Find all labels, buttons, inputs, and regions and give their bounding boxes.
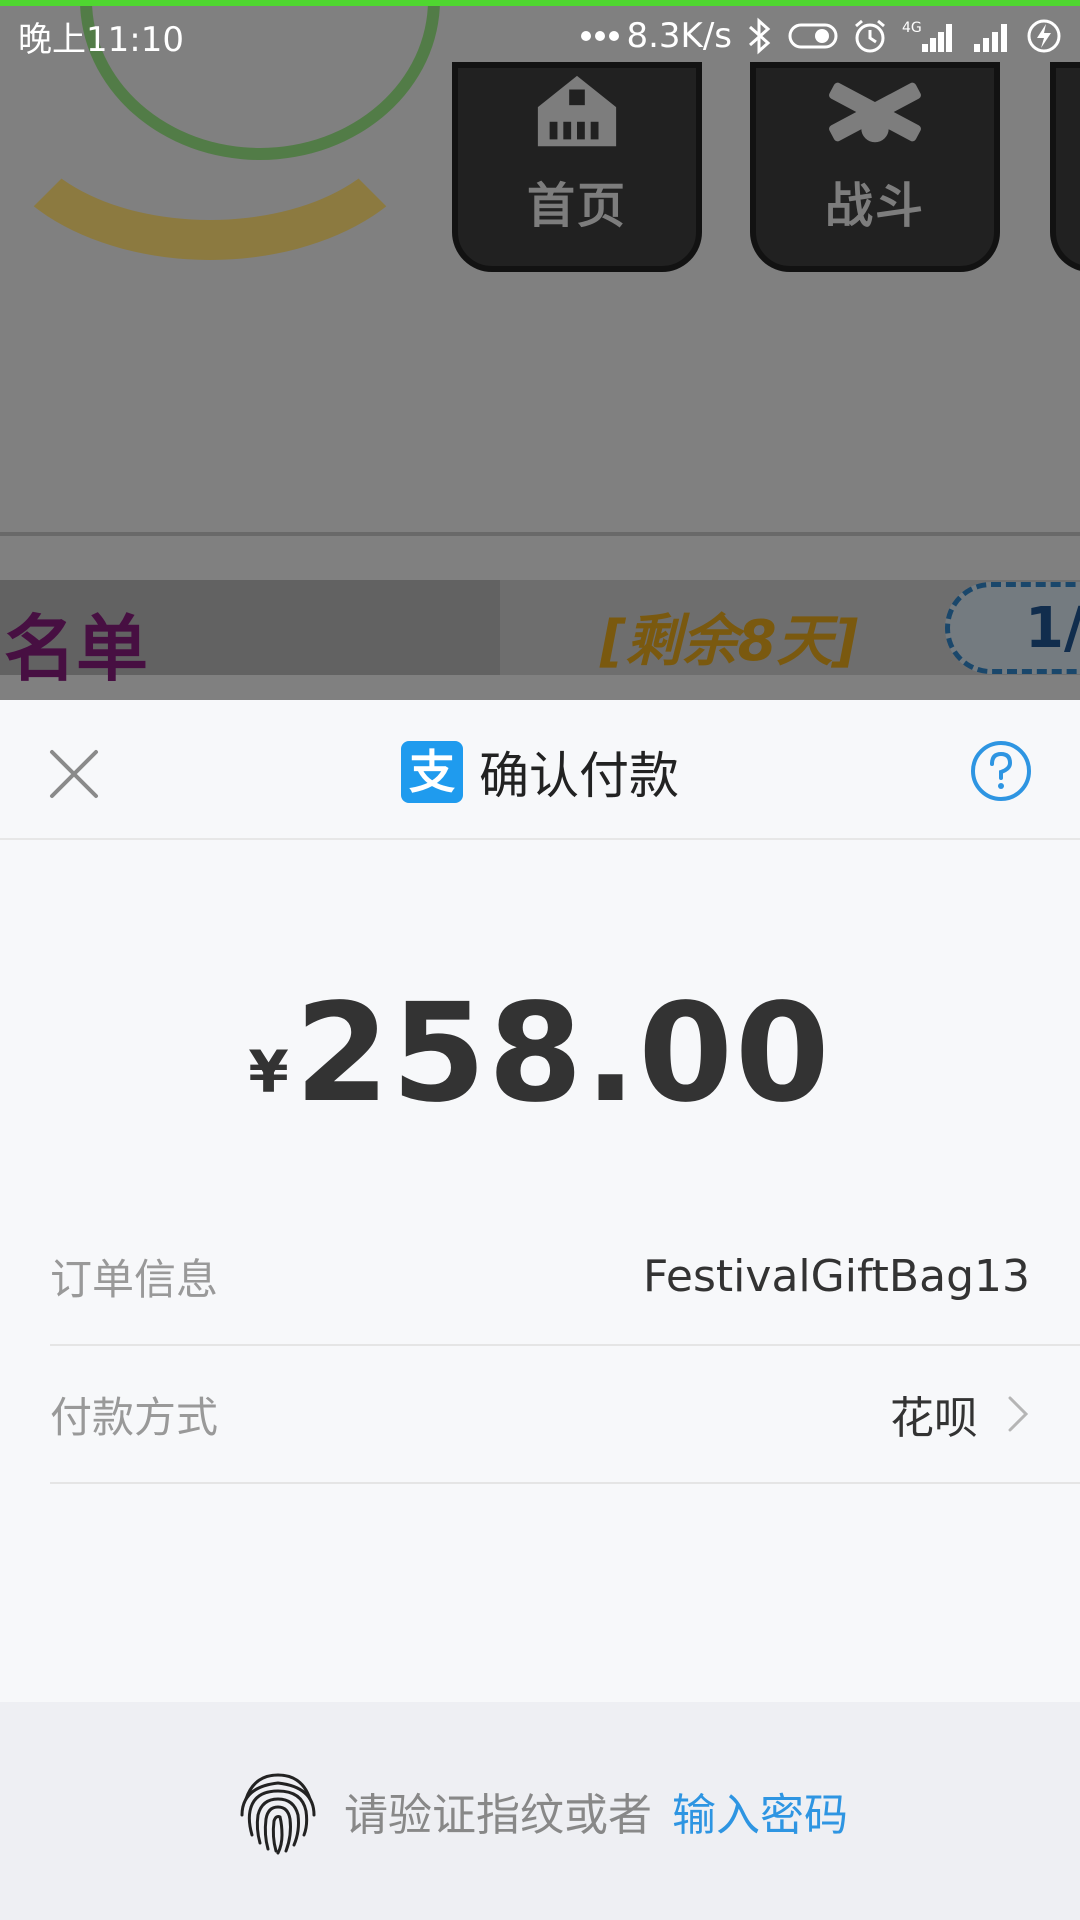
chevron-right-icon <box>1008 1396 1029 1432</box>
payment-method-value[interactable]: 花呗 <box>890 1382 1030 1446</box>
signal-4g-icon: 4G <box>902 20 952 52</box>
payment-footer: 请验证指纹或者 输入密码 <box>0 1702 1080 1920</box>
modal-dim-overlay[interactable] <box>0 0 1080 700</box>
bluetooth-icon <box>749 17 771 55</box>
amount-value: 258.00 <box>294 975 832 1133</box>
order-info-value: FestivalGiftBag13 <box>643 1251 1030 1302</box>
order-info-text: FestivalGiftBag13 <box>643 1250 1030 1302</box>
payment-method-row[interactable]: 付款方式 花呗 <box>50 1346 1080 1484</box>
network-speed: 8.3K/s <box>626 16 732 56</box>
order-info-row: 订单信息 FestivalGiftBag13 <box>50 1208 1080 1346</box>
toggle-icon <box>788 23 838 49</box>
loading-progress-bar <box>0 0 1080 6</box>
status-time: 晚上11:10 <box>18 19 184 60</box>
status-icons: 8.3K/s 4G <box>580 16 1062 56</box>
signal-icon <box>974 24 1007 52</box>
payment-method-text: 花呗 <box>890 1393 978 1444</box>
help-icon[interactable] <box>970 740 1032 802</box>
alipay-logo-icon: 支 <box>401 741 463 803</box>
alarm-icon <box>855 19 885 53</box>
fingerprint-hint: 请验证指纹或者 <box>344 1790 652 1841</box>
currency-symbol: ¥ <box>248 1038 289 1106</box>
payment-method-label: 付款方式 <box>50 1392 219 1442</box>
enter-password-link[interactable]: 输入密码 <box>672 1779 848 1843</box>
payment-sheet-header: 支 确认付款 <box>0 700 1080 840</box>
status-bar: 晚上11:10 8.3K/s 4G <box>0 0 1080 72</box>
charging-icon <box>1027 19 1061 53</box>
payment-title-text: 确认付款 <box>479 747 679 805</box>
payment-amount: ¥258.00 <box>0 975 1080 1133</box>
payment-title: 支 确认付款 <box>0 736 1080 808</box>
order-info-label: 订单信息 <box>50 1254 219 1304</box>
payment-sheet: 支 确认付款 ¥258.00 订单信息 FestivalGiftBag13 付款… <box>0 700 1080 1920</box>
fingerprint-icon <box>240 1773 316 1855</box>
alipay-logo-glyph: 支 <box>409 745 455 799</box>
more-dots-icon <box>581 31 620 41</box>
network-type-text: 4G <box>902 20 922 36</box>
